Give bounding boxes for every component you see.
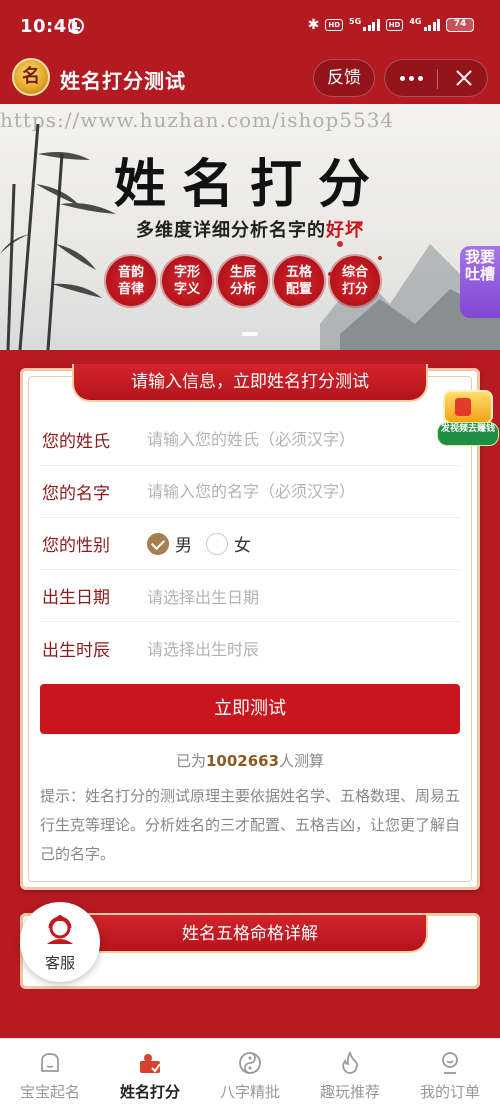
status-indicators: ✱ HD 5G HD 4G 74: [308, 17, 474, 33]
bottom-nav: 宝宝起名 姓名打分 八字精批 趣玩推荐 我的订单: [0, 1038, 500, 1111]
feature-seals: 音韵音律 字形字义 生辰分析 五格配置 综合打分: [106, 256, 380, 306]
yin-yang-icon: [239, 1052, 261, 1074]
close-icon[interactable]: [438, 60, 488, 96]
birthdate-label: 出生日期: [42, 588, 110, 608]
customer-service-button[interactable]: 客服: [20, 902, 100, 982]
seal-five-grid: 五格配置: [274, 256, 324, 306]
feedback-button[interactable]: 反馈: [313, 59, 375, 97]
birthdate-picker[interactable]: 请选择出生日期: [147, 584, 460, 608]
nav-label-name-score: 姓名打分: [119, 1083, 180, 1101]
usage-count: 已为1002663人测算: [20, 750, 480, 771]
nav-item-name-score[interactable]: 姓名打分: [100, 1039, 200, 1111]
form-card-title: 请输入信息，立即姓名打分测试: [72, 364, 428, 402]
birthdate-row[interactable]: 出生日期 请选择出生日期: [40, 570, 460, 622]
seal-birth: 生辰分析: [218, 256, 268, 306]
submit-test-button[interactable]: 立即测试: [40, 684, 460, 734]
radio-unchecked-icon: [206, 532, 228, 555]
customer-service-label: 客服: [44, 954, 75, 972]
surname-row: 您的姓氏: [40, 414, 460, 466]
surname-label: 您的姓氏: [42, 432, 110, 452]
signal-icon: [363, 19, 380, 31]
detail-card-title: 姓名五格命格详解: [72, 915, 428, 953]
seal-sound: 音韵音律: [106, 256, 156, 306]
bluetooth-icon: ✱: [307, 17, 320, 33]
radio-checked-icon: [147, 532, 169, 555]
banner-subtitle-text: 多维度详细分析名字的: [136, 220, 326, 241]
givenname-label: 您的名字: [42, 484, 110, 504]
gender-female-label: 女: [234, 536, 251, 556]
miniapp-capsule: [384, 59, 488, 97]
nav-item-orders[interactable]: 我的订单: [400, 1039, 500, 1111]
nav-label-baby-naming: 宝宝起名: [19, 1083, 80, 1101]
count-value: 1002663: [205, 752, 280, 770]
seal-overall: 综合打分: [330, 256, 380, 306]
nav-item-fun[interactable]: 趣玩推荐: [300, 1039, 400, 1111]
more-icon[interactable]: [385, 60, 437, 96]
givenname-row: 您的名字: [40, 466, 460, 518]
givenname-input[interactable]: [147, 482, 460, 501]
page-title: 姓名打分测试: [60, 69, 186, 93]
tip-text: 提示：姓名打分的测试原理主要依据姓名学、五格数理、周易五行生克等理论。分析姓名的…: [40, 787, 461, 863]
surname-input[interactable]: [147, 430, 460, 449]
baby-face-icon: [41, 1053, 59, 1072]
gender-female-radio[interactable]: 女: [206, 531, 251, 556]
flame-icon: [342, 1051, 358, 1074]
gender-male-radio[interactable]: 男: [147, 531, 192, 556]
birthtime-picker[interactable]: 请选择出生时辰: [147, 636, 460, 660]
gift-icon: [443, 390, 493, 424]
seal-glyph: 字形字义: [162, 256, 212, 306]
user-icon: [442, 1052, 458, 1074]
app-header: 名 姓名打分测试 反馈: [0, 52, 500, 104]
alarm-icon: [68, 18, 84, 34]
gender-label: 您的性别: [42, 536, 110, 556]
hero-banner[interactable]: https://www.huzhan.com/ishop5534 姓名打分 多维…: [0, 104, 500, 350]
network-label-2: 4G: [409, 17, 422, 26]
count-prefix: 已为: [175, 752, 206, 770]
complain-tab[interactable]: 我要吐槽: [460, 246, 500, 318]
gender-row: 您的性别 男 女: [40, 518, 460, 570]
nav-label-fun: 趣玩推荐: [319, 1083, 380, 1101]
count-suffix: 人测算: [279, 752, 325, 770]
hd-badge-2: HD: [385, 19, 404, 31]
form-card: 请输入信息，立即姓名打分测试 您的姓氏 您的名字 您的性别 男 女 出生日期 请…: [20, 364, 480, 890]
video-reward-badge[interactable]: 发视频去赚钱: [437, 390, 499, 448]
gender-male-label: 男: [175, 536, 192, 556]
nav-item-baby-naming[interactable]: 宝宝起名: [0, 1039, 100, 1111]
banner-subtitle: 多维度详细分析名字的好坏: [0, 216, 500, 242]
birthtime-label: 出生时辰: [42, 640, 110, 661]
status-bar: 10:41 ✱ HD 5G HD 4G 74: [0, 0, 500, 52]
hd-badge: HD: [325, 19, 344, 31]
nav-label-bazi: 八字精批: [219, 1083, 280, 1101]
person-score-icon: [140, 1054, 161, 1073]
nav-label-orders: 我的订单: [419, 1083, 480, 1101]
banner-subtitle-highlight: 好坏: [326, 220, 364, 241]
app-logo: 名: [12, 58, 50, 96]
birthtime-row[interactable]: 出生时辰 请选择出生时辰: [40, 622, 460, 674]
headset-agent-icon: [47, 915, 73, 944]
battery-icon: 74: [446, 18, 474, 32]
network-label-1: 5G: [349, 17, 362, 26]
nav-item-bazi[interactable]: 八字精批: [200, 1039, 300, 1111]
reward-label: 发视频去赚钱: [437, 422, 499, 446]
carousel-indicator: [242, 332, 258, 336]
banner-title: 姓名打分: [113, 154, 386, 215]
signal-icon-2: [423, 19, 440, 31]
